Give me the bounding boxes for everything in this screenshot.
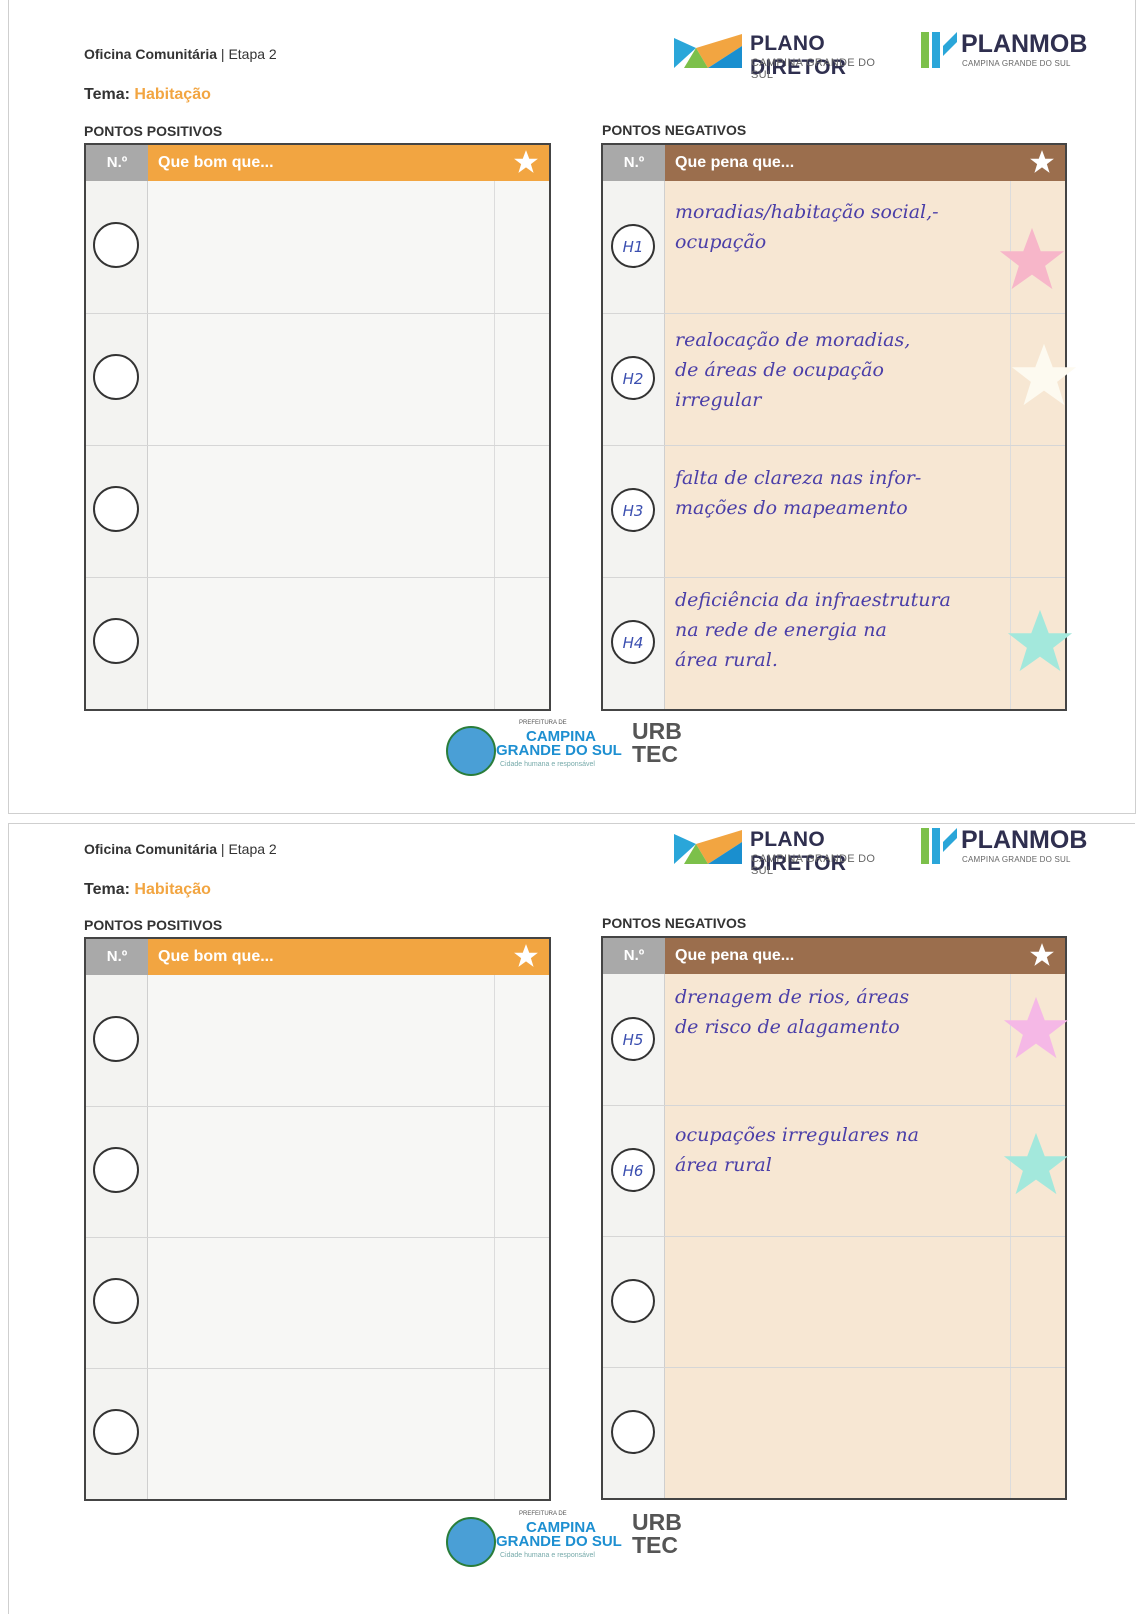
number-circle [93, 618, 139, 664]
handwritten-note: drenagem de rios, áreas de risco de alaga… [675, 986, 910, 1038]
row-divider [86, 313, 549, 314]
planmob-mark-icon [921, 32, 957, 68]
handwritten-note: realocação de moradias, de áreas de ocupa… [675, 329, 911, 411]
star-icon [514, 150, 538, 173]
row-divider [603, 1105, 1065, 1106]
number-column-header: N.º [603, 145, 665, 181]
table-header: N.º Que pena que... [603, 938, 1065, 974]
positive-column-header: Que bom que... [148, 145, 549, 181]
footer-logos: PREFEITURA DE CAMPINA GRANDE DO SUL Cida… [446, 718, 686, 778]
slogan-label: Cidade humana e responsável [500, 761, 595, 768]
row-divider [86, 1237, 549, 1238]
grande-do-sul-label: GRANDE DO SUL [496, 1533, 622, 1550]
number-column-header: N.º [86, 145, 148, 181]
workshop-title: Oficina Comunitária | Etapa 2 [84, 46, 277, 62]
negative-section-label: PONTOS NEGATIVOS [602, 122, 747, 138]
pink-star-sticker-icon [999, 227, 1065, 290]
prefeitura-label: PREFEITURA DE [519, 720, 567, 726]
row-divider [86, 1106, 549, 1107]
number-circle [93, 1016, 139, 1062]
number-circle: H2 [611, 356, 655, 400]
star-icon [514, 944, 538, 967]
handwritten-note: deficiência da infraestrutura na rede de … [675, 589, 951, 671]
negative-column-header: Que pena que... [665, 145, 1065, 181]
plano-diretor-logo: PLANO DIRETOR CAMPINA GRANDE DO SUL [674, 28, 894, 81]
plano-diretor-logo: PLANO DIRETOR CAMPINA GRANDE DO SUL [674, 824, 894, 877]
number-circle: H6 [611, 1148, 655, 1192]
plano-diretor-subtitle: CAMPINA GRANDE DO SUL [751, 57, 876, 81]
number-circle: H5 [611, 1017, 655, 1061]
number-circle: H1 [611, 224, 655, 268]
number-circle [93, 1409, 139, 1455]
planmob-subtitle: CAMPINA GRANDE DO SUL [962, 855, 1071, 864]
positive-section-label: PONTOS POSITIVOS [84, 123, 223, 139]
number-circle [611, 1279, 655, 1323]
table-header: N.º Que bom que... [86, 145, 549, 181]
plano-diretor-mark-icon [674, 830, 742, 864]
number-circle [611, 1410, 655, 1454]
form-sheet-1: Oficina Comunitária | Etapa 2 Tema: Habi… [8, 0, 1136, 814]
number-circle [93, 222, 139, 268]
city-seal-icon [446, 726, 496, 776]
number-circle: H3 [611, 488, 655, 532]
footer-logos: PREFEITURA DE CAMPINA GRANDE DO SUL Cida… [446, 1509, 686, 1569]
number-circle [93, 1278, 139, 1324]
positive-points-table: N.º Que bom que... [84, 937, 551, 1501]
plano-diretor-subtitle: CAMPINA GRANDE DO SUL [751, 853, 876, 877]
planmob-title: PLANMOB [961, 826, 1088, 854]
pink-star-sticker-icon [1003, 996, 1069, 1059]
number-circle: H4 [611, 620, 655, 664]
row-divider [603, 313, 1065, 314]
number-circle [93, 354, 139, 400]
number-circle [93, 486, 139, 532]
row-divider [603, 445, 1065, 446]
planmob-title: PLANMOB [961, 30, 1088, 58]
table-header: N.º Que pena que... [603, 145, 1065, 181]
planmob-subtitle: CAMPINA GRANDE DO SUL [962, 59, 1071, 68]
theme-line: Tema: Habitação [84, 881, 211, 898]
positive-points-table: N.º Que bom que... [84, 143, 551, 711]
teal-star-sticker-icon [1007, 609, 1073, 672]
negative-points-table: N.º Que pena que... H1 H2 H3 H4 moradias… [601, 143, 1077, 711]
white-star-sticker-icon [1011, 343, 1077, 406]
row-divider [603, 577, 1065, 578]
teal-star-sticker-icon [1003, 1132, 1069, 1195]
row-divider [86, 577, 549, 578]
workshop-title: Oficina Comunitária | Etapa 2 [84, 841, 277, 857]
star-icon [1030, 943, 1054, 966]
planmob-logo: PLANMOB CAMPINA GRANDE DO SUL [921, 28, 1087, 73]
row-divider [86, 1368, 549, 1369]
handwritten-note: falta de clareza nas infor-mações do map… [675, 467, 922, 519]
city-seal-icon [446, 1517, 496, 1567]
form-sheet-2: Oficina Comunitária | Etapa 2 Tema: Habi… [8, 823, 1135, 1614]
grande-do-sul-label: GRANDE DO SUL [496, 742, 622, 759]
table-header: N.º Que bom que... [86, 939, 549, 975]
number-column-header: N.º [86, 939, 148, 975]
positive-section-label: PONTOS POSITIVOS [84, 917, 223, 933]
theme-line: Tema: Habitação [84, 86, 211, 103]
negative-column-header: Que pena que... [665, 938, 1065, 974]
urbtec-logo: URB TEC [632, 1509, 682, 1558]
planmob-mark-icon [921, 828, 957, 864]
handwritten-note: ocupações irregulares na área rural [675, 1124, 919, 1176]
slogan-label: Cidade humana e responsável [500, 1552, 595, 1559]
planmob-logo: PLANMOB CAMPINA GRANDE DO SUL [921, 824, 1087, 869]
number-circle [93, 1147, 139, 1193]
row-divider [86, 445, 549, 446]
plano-diretor-mark-icon [674, 34, 742, 68]
number-column-header: N.º [603, 938, 665, 974]
negative-points-table: N.º Que pena que... H5 H6 drenagem de ri… [601, 936, 1069, 1500]
row-divider [603, 1367, 1065, 1368]
prefeitura-label: PREFEITURA DE [519, 1511, 567, 1517]
positive-column-header: Que bom que... [148, 939, 549, 975]
negative-section-label: PONTOS NEGATIVOS [602, 915, 747, 931]
urbtec-logo: URB TEC [632, 718, 682, 767]
row-divider [603, 1236, 1065, 1237]
handwritten-note: moradias/habitação social,- ocupação [675, 201, 939, 253]
star-icon [1030, 150, 1054, 173]
